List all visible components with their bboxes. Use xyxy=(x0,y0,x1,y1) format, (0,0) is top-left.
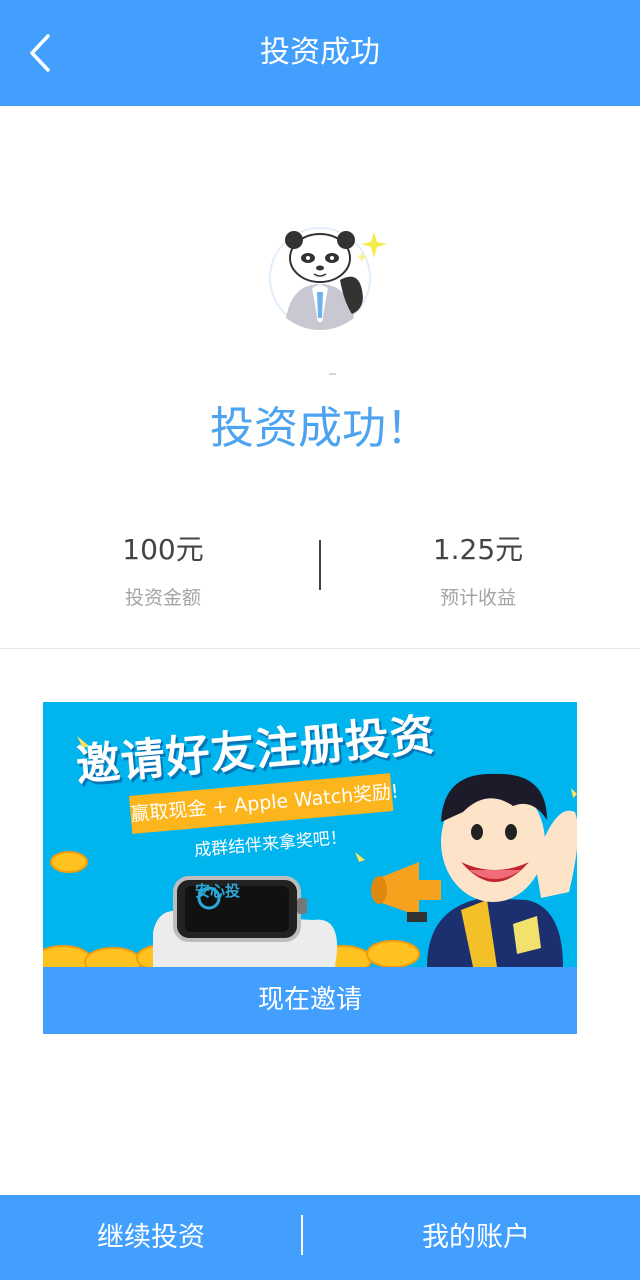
header-bar: 投资成功 xyxy=(0,0,640,106)
expected-return-label: 预计收益 xyxy=(439,587,516,609)
invest-amount-value: 100元 xyxy=(122,533,204,566)
success-message: 投资成功！ xyxy=(210,403,430,454)
panda-avatar-icon xyxy=(262,222,396,340)
page-title: 投资成功 xyxy=(260,35,380,70)
invite-now-button[interactable]: 现在邀请 xyxy=(43,967,577,1034)
continue-invest-button[interactable]: 继续投资 xyxy=(0,1195,302,1280)
invite-banner[interactable]: 邀请好友注册投资 赢取现金 + Apple Watch奖励! 成群结伴来拿奖吧！… xyxy=(43,702,577,967)
invest-amount-label: 投资金额 xyxy=(124,587,201,609)
footer-divider xyxy=(301,1215,303,1255)
expected-return-value: 1.25元 xyxy=(432,533,524,566)
section-divider xyxy=(0,648,640,649)
watch-brand-label: 安心投 xyxy=(195,882,241,900)
footer-bar: 继续投资 我的账户 xyxy=(0,1195,640,1280)
divider-mark xyxy=(329,373,336,375)
my-account-button[interactable]: 我的账户 xyxy=(325,1195,627,1280)
